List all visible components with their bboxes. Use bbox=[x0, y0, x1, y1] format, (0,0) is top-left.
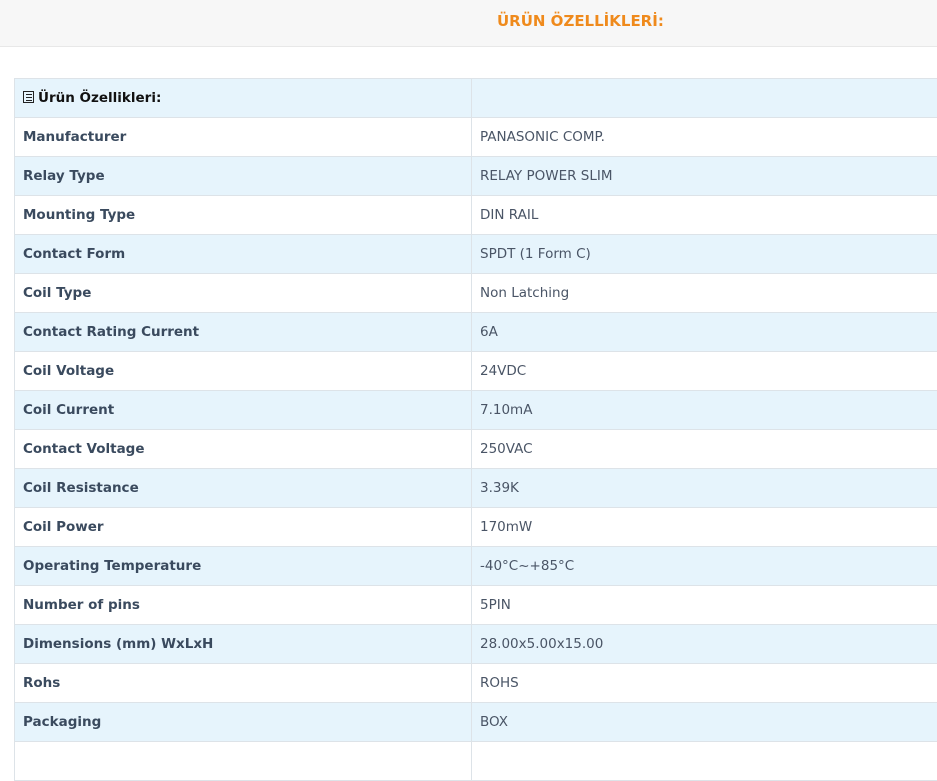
table-row: Coil Voltage 24VDC bbox=[15, 352, 937, 391]
spec-label: Mounting Type bbox=[15, 196, 472, 235]
table-row: Contact Form SPDT (1 Form C) bbox=[15, 235, 937, 274]
spec-label: Number of pins bbox=[15, 586, 472, 625]
table-row: Number of pins 5PIN bbox=[15, 586, 937, 625]
table-row: Packaging BOX bbox=[15, 703, 937, 742]
spec-value: 250VAC bbox=[472, 430, 937, 469]
table-header-label: Ürün Özellikleri: bbox=[38, 90, 161, 106]
spec-value: 170mW bbox=[472, 508, 937, 547]
table-row bbox=[15, 742, 937, 781]
spec-value: ROHS bbox=[472, 664, 937, 703]
spec-value: 5PIN bbox=[472, 586, 937, 625]
spec-value: 28.00x5.00x15.00 bbox=[472, 625, 937, 664]
list-icon bbox=[23, 91, 34, 103]
spec-value: 7.10mA bbox=[472, 391, 937, 430]
spec-value bbox=[472, 742, 937, 781]
spec-value: 3.39K bbox=[472, 469, 937, 508]
spec-label: Dimensions (mm) WxLxH bbox=[15, 625, 472, 664]
table-row: Mounting Type DIN RAIL bbox=[15, 196, 937, 235]
table-row: Contact Rating Current 6A bbox=[15, 313, 937, 352]
spec-value: -40°C~+85°C bbox=[472, 547, 937, 586]
table-row: Coil Current 7.10mA bbox=[15, 391, 937, 430]
table-header-cell: Ürün Özellikleri: bbox=[15, 79, 472, 118]
table-row: Coil Type Non Latching bbox=[15, 274, 937, 313]
spec-value: Non Latching bbox=[472, 274, 937, 313]
spec-table: Ürün Özellikleri: Manufacturer PANASONIC… bbox=[14, 78, 937, 781]
spec-value: DIN RAIL bbox=[472, 196, 937, 235]
table-row: Relay Type RELAY POWER SLIM bbox=[15, 157, 937, 196]
table-row: Contact Voltage 250VAC bbox=[15, 430, 937, 469]
spec-value: PANASONIC COMP. bbox=[472, 118, 937, 157]
spec-value: SPDT (1 Form C) bbox=[472, 235, 937, 274]
spec-label: Contact Form bbox=[15, 235, 472, 274]
spec-label: Coil Voltage bbox=[15, 352, 472, 391]
spec-label: Operating Temperature bbox=[15, 547, 472, 586]
spec-value: RELAY POWER SLIM bbox=[472, 157, 937, 196]
spec-label: Coil Type bbox=[15, 274, 472, 313]
spec-label: Manufacturer bbox=[15, 118, 472, 157]
spec-label: Rohs bbox=[15, 664, 472, 703]
section-title: ÜRÜN ÖZELLİKLERİ: bbox=[497, 12, 664, 30]
spec-label: Coil Current bbox=[15, 391, 472, 430]
table-row: Coil Power 170mW bbox=[15, 508, 937, 547]
spec-label: Relay Type bbox=[15, 157, 472, 196]
table-header-value bbox=[472, 79, 937, 118]
spec-label: Coil Resistance bbox=[15, 469, 472, 508]
spec-label: Contact Rating Current bbox=[15, 313, 472, 352]
top-bar: ÜRÜN ÖZELLİKLERİ: bbox=[0, 0, 937, 47]
table-row: Dimensions (mm) WxLxH 28.00x5.00x15.00 bbox=[15, 625, 937, 664]
spec-label bbox=[15, 742, 472, 781]
table-header-row: Ürün Özellikleri: bbox=[15, 79, 937, 118]
table-row: Coil Resistance 3.39K bbox=[15, 469, 937, 508]
spec-label: Coil Power bbox=[15, 508, 472, 547]
spec-label: Packaging bbox=[15, 703, 472, 742]
spec-label: Contact Voltage bbox=[15, 430, 472, 469]
spec-value: 6A bbox=[472, 313, 937, 352]
spec-value: BOX bbox=[472, 703, 937, 742]
table-row: Manufacturer PANASONIC COMP. bbox=[15, 118, 937, 157]
spec-value: 24VDC bbox=[472, 352, 937, 391]
table-row: Rohs ROHS bbox=[15, 664, 937, 703]
table-row: Operating Temperature -40°C~+85°C bbox=[15, 547, 937, 586]
